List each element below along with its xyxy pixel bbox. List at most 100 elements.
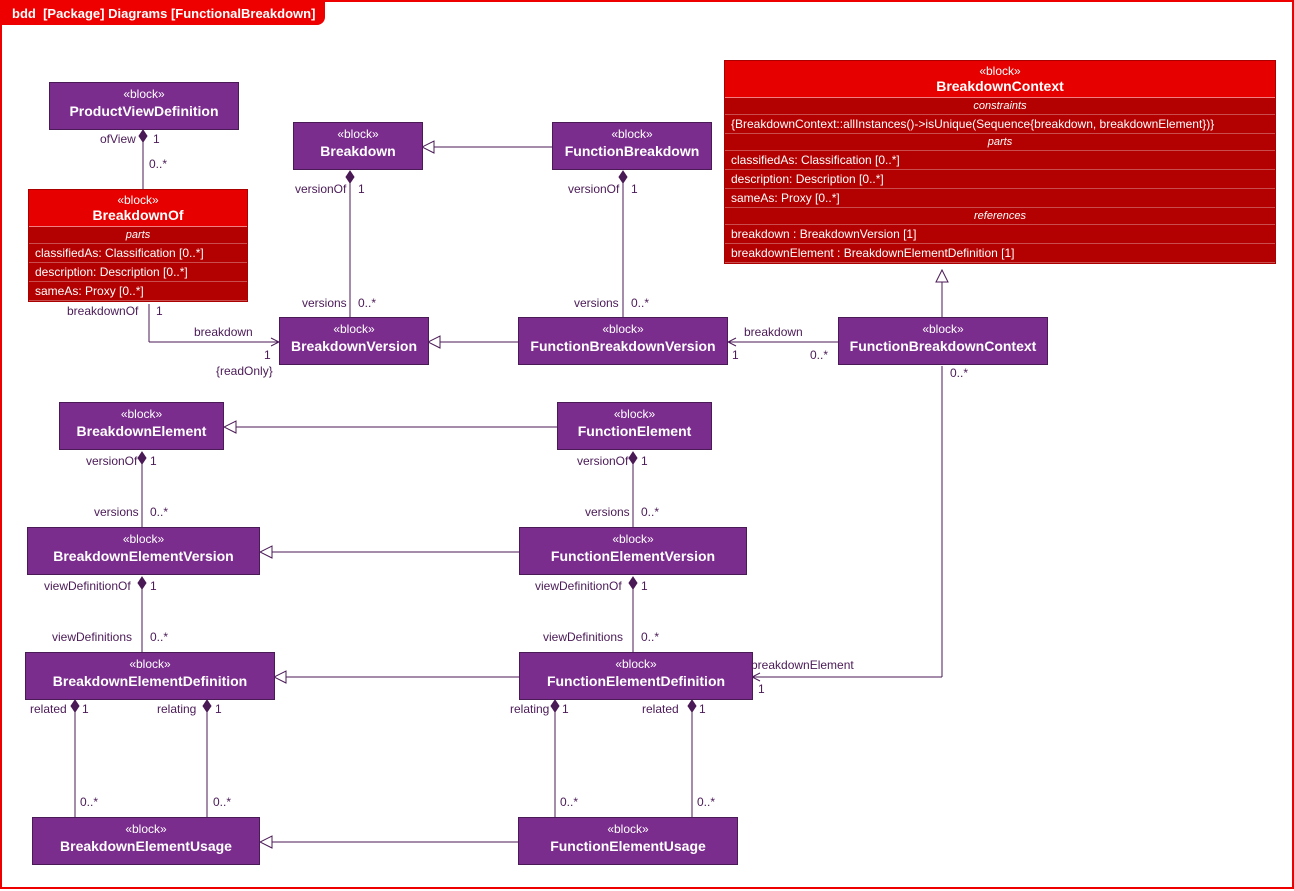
block-breakdownelement: «block» BreakdownElement — [59, 402, 224, 450]
block-name: FunctionBreakdownVersion — [519, 336, 727, 360]
stereotype: «block» — [294, 123, 422, 141]
label-readonly: {readOnly} — [216, 364, 273, 378]
part-0: classifiedAs: Classification [0..*] — [29, 244, 247, 263]
constraint: {BreakdownContext::allInstances()->isUni… — [725, 115, 1275, 134]
label-viewdefinitions: viewDefinitions — [543, 630, 623, 644]
stereotype: «block» — [33, 818, 259, 836]
label-zerostar: 0..* — [149, 157, 167, 171]
ref-1: breakdownElement : BreakdownElementDefin… — [725, 244, 1275, 263]
block-breakdownelementversion: «block» BreakdownElementVersion — [27, 527, 260, 575]
label-one: 1 — [641, 454, 648, 468]
stereotype: «block» — [520, 528, 746, 546]
block-breakdowncontext: «block» BreakdownContext constraints {Br… — [724, 60, 1276, 264]
part-2: sameAs: Proxy [0..*] — [725, 189, 1275, 208]
label-versionof: versionOf — [577, 454, 628, 468]
label-zerostar: 0..* — [810, 348, 828, 362]
block-breakdownelementdefinition: «block» BreakdownElementDefinition — [25, 652, 275, 700]
parts-title: parts — [725, 134, 1275, 151]
label-one: 1 — [156, 304, 163, 318]
ref-0: breakdown : BreakdownVersion [1] — [725, 225, 1275, 244]
block-functionbreakdown: «block» FunctionBreakdown — [552, 122, 712, 170]
constraints-title: constraints — [725, 98, 1275, 115]
label-one: 1 — [150, 579, 157, 593]
stereotype: «block» — [558, 403, 711, 421]
block-name: FunctionElementVersion — [520, 546, 746, 570]
label-ofview: ofView — [100, 132, 136, 146]
stereotype: «block» — [839, 318, 1047, 336]
refs-title: references — [725, 208, 1275, 225]
block-name: BreakdownElementUsage — [33, 836, 259, 860]
label-zerostar: 0..* — [213, 795, 231, 809]
label-relating: relating — [157, 702, 196, 716]
block-name: BreakdownElementDefinition — [26, 671, 274, 695]
label-versions: versions — [585, 505, 630, 519]
block-breakdownversion: «block» BreakdownVersion — [279, 317, 429, 365]
frame-title: [Package] Diagrams [FunctionalBreakdown] — [43, 6, 315, 21]
block-name: Breakdown — [294, 141, 422, 165]
stereotype: «block» — [519, 818, 737, 836]
block-functionelementversion: «block» FunctionElementVersion — [519, 527, 747, 575]
label-breakdown: breakdown — [194, 325, 253, 339]
label-related: related — [30, 702, 67, 716]
label-zerostar: 0..* — [641, 630, 659, 644]
stereotype: «block» — [29, 193, 247, 207]
stereotype: «block» — [28, 528, 259, 546]
part-1: description: Description [0..*] — [29, 263, 247, 282]
label-one: 1 — [150, 454, 157, 468]
block-name: BreakdownContext — [725, 78, 1275, 94]
label-one: 1 — [562, 702, 569, 716]
stereotype: «block» — [553, 123, 711, 141]
diagram-frame: bdd [Package] Diagrams [FunctionalBreakd… — [0, 0, 1294, 889]
label-one: 1 — [732, 348, 739, 362]
block-functionelementusage: «block» FunctionElementUsage — [518, 817, 738, 865]
block-functionbreakdownversion: «block» FunctionBreakdownVersion — [518, 317, 728, 365]
block-functionelement: «block» FunctionElement — [557, 402, 712, 450]
label-versions: versions — [94, 505, 139, 519]
label-versionof: versionOf — [86, 454, 137, 468]
label-zerostar: 0..* — [697, 795, 715, 809]
label-one: 1 — [153, 132, 160, 146]
stereotype: «block» — [519, 318, 727, 336]
block-functionelementdefinition: «block» FunctionElementDefinition — [519, 652, 753, 700]
label-zerostar: 0..* — [950, 366, 968, 380]
label-versions: versions — [302, 296, 347, 310]
block-breakdown: «block» Breakdown — [293, 122, 423, 170]
frame-tab: bdd [Package] Diagrams [FunctionalBreakd… — [2, 2, 325, 25]
label-versions: versions — [574, 296, 619, 310]
label-versionof: versionOf — [295, 182, 346, 196]
block-name: FunctionElementUsage — [519, 836, 737, 860]
label-zerostar: 0..* — [80, 795, 98, 809]
label-zerostar: 0..* — [560, 795, 578, 809]
label-one: 1 — [358, 182, 365, 196]
label-one: 1 — [631, 182, 638, 196]
block-name: BreakdownVersion — [280, 336, 428, 360]
label-viewdefinitionof: viewDefinitionOf — [44, 579, 131, 593]
block-name: BreakdownElement — [60, 421, 223, 445]
label-relating: relating — [510, 702, 549, 716]
block-name: ProductViewDefinition — [50, 101, 238, 125]
stereotype: «block» — [60, 403, 223, 421]
part-2: sameAs: Proxy [0..*] — [29, 282, 247, 301]
block-name: BreakdownOf — [29, 207, 247, 223]
label-breakdownelement: breakdownElement — [751, 658, 854, 672]
label-viewdefinitions: viewDefinitions — [52, 630, 132, 644]
label-one: 1 — [82, 702, 89, 716]
frame-prefix: bdd — [12, 6, 36, 21]
block-name: FunctionElement — [558, 421, 711, 445]
block-name: BreakdownElementVersion — [28, 546, 259, 570]
label-zerostar: 0..* — [641, 505, 659, 519]
label-breakdownof: breakdownOf — [67, 304, 138, 318]
label-one: 1 — [699, 702, 706, 716]
stereotype: «block» — [280, 318, 428, 336]
label-zerostar: 0..* — [631, 296, 649, 310]
label-related: related — [642, 702, 679, 716]
label-zerostar: 0..* — [358, 296, 376, 310]
stereotype: «block» — [26, 653, 274, 671]
parts-title: parts — [29, 227, 247, 244]
stereotype: «block» — [520, 653, 752, 671]
label-one: 1 — [264, 348, 271, 362]
label-one: 1 — [641, 579, 648, 593]
label-one: 1 — [215, 702, 222, 716]
part-0: classifiedAs: Classification [0..*] — [725, 151, 1275, 170]
part-1: description: Description [0..*] — [725, 170, 1275, 189]
